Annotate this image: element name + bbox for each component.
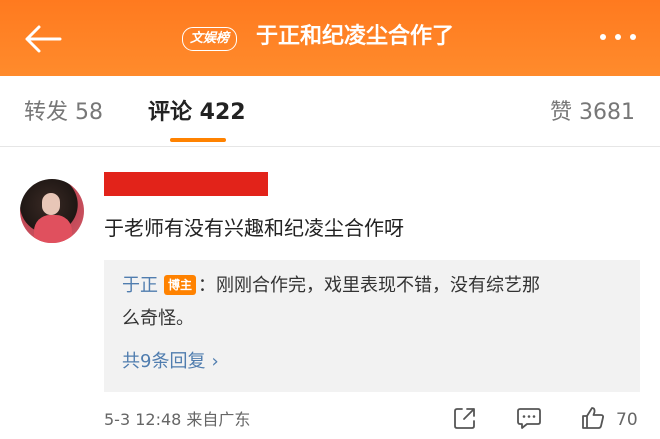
- tab-bar: 转发 58 评论 422 赞 3681: [0, 76, 660, 148]
- reply-text-line2: 么奇怪。: [122, 308, 194, 329]
- comment-text: 于老师有没有兴趣和纪凌尘合作呀: [104, 216, 404, 240]
- view-replies-label: 共9条回复: [122, 351, 206, 372]
- page-title: 于正和纪凌尘合作了: [256, 24, 455, 49]
- tab-comments[interactable]: 评论 422: [148, 98, 246, 128]
- view-replies-link[interactable]: 共9条回复 ›: [122, 349, 219, 375]
- comment-icon[interactable]: [516, 405, 542, 431]
- tab-reposts[interactable]: 转发 58: [24, 98, 103, 128]
- like-count: 70: [616, 410, 638, 430]
- back-arrow-icon[interactable]: [24, 24, 62, 54]
- reply-line: 于正 博主 ：刚刚合作完，戏里表现不错，没有综艺那: [122, 273, 540, 299]
- redacted-username: [104, 172, 268, 196]
- active-tab-indicator: [170, 138, 226, 142]
- avatar[interactable]: [20, 179, 84, 243]
- tab-divider: [0, 146, 660, 147]
- reply-text-line1: ：刚刚合作完，戏里表现不错，没有综艺那: [198, 275, 541, 296]
- more-dots-icon[interactable]: [598, 34, 638, 44]
- tab-likes[interactable]: 赞 3681: [550, 98, 635, 128]
- comment-meta: 5-3 12:48 来自广东: [104, 410, 251, 429]
- chevron-right-icon: ›: [211, 351, 219, 372]
- top-bar: 文娱榜 于正和纪凌尘合作了: [0, 0, 660, 76]
- share-icon[interactable]: [452, 405, 478, 431]
- hot-list-badge[interactable]: 文娱榜: [182, 27, 238, 51]
- reply-author[interactable]: 于正: [122, 275, 158, 296]
- thumbs-up-icon[interactable]: [580, 405, 606, 431]
- blogger-badge: 博主: [164, 275, 197, 295]
- reply-box[interactable]: 于正 博主 ：刚刚合作完，戏里表现不错，没有综艺那 么奇怪。 共9条回复 ›: [104, 260, 640, 392]
